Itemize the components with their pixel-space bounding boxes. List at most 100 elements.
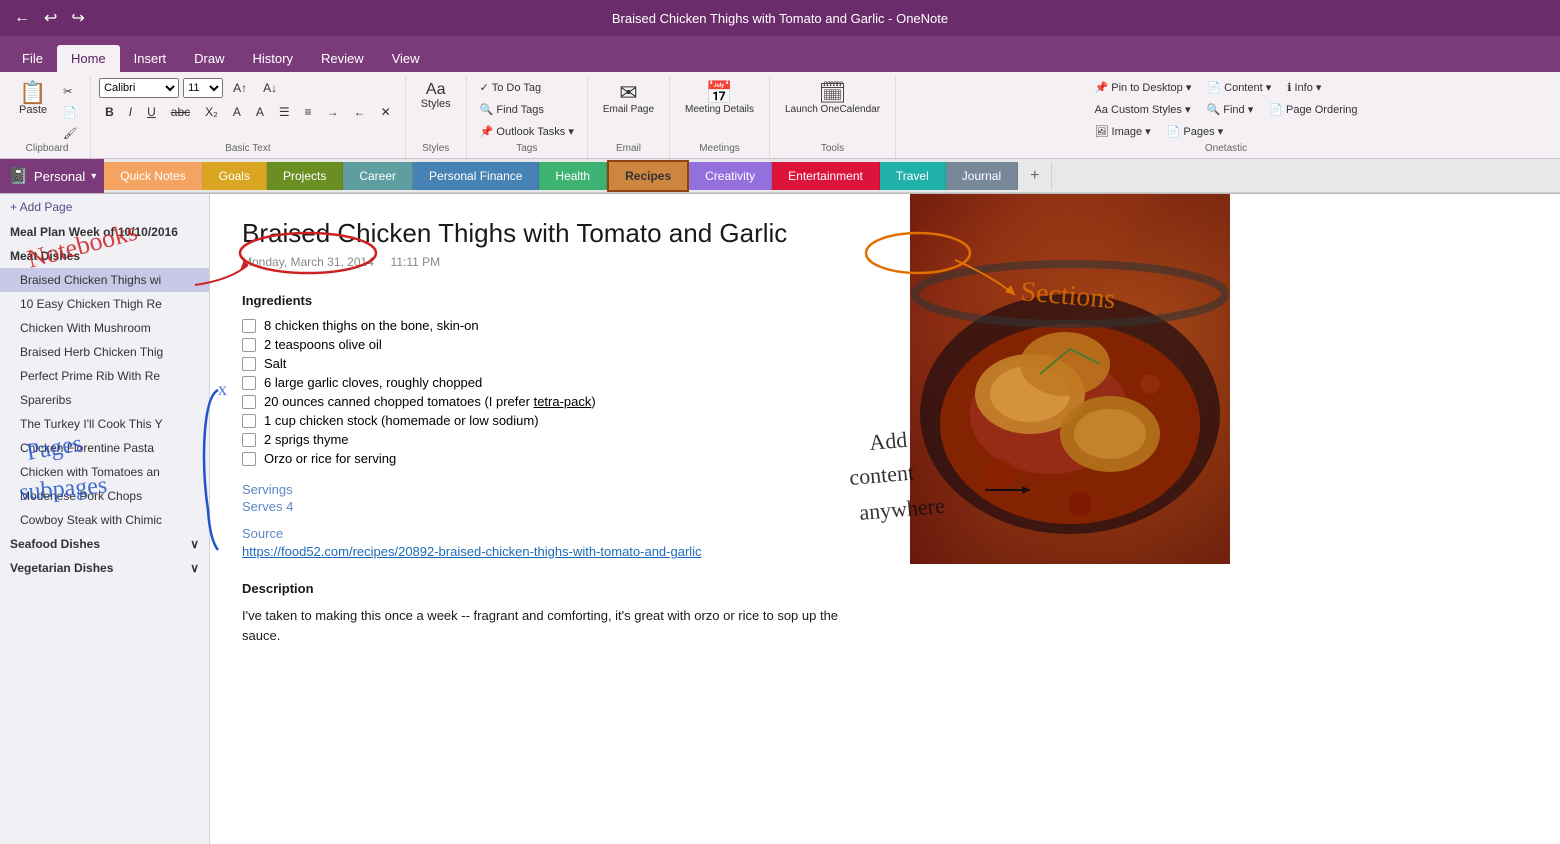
tab-travel[interactable]: Travel [880, 162, 946, 190]
cut-button[interactable]: ✂ [58, 82, 82, 101]
tab-home[interactable]: Home [57, 45, 120, 72]
copy-button[interactable]: 📄 [58, 103, 82, 122]
ingredient-checkbox-5[interactable] [242, 395, 256, 409]
group-seafood[interactable]: Seafood Dishes ∨ [0, 532, 209, 556]
find-tags-button[interactable]: 🔍 Find Tags [475, 100, 549, 119]
tab-health[interactable]: Health [539, 162, 607, 190]
page-easy-chicken-thigh[interactable]: 10 Easy Chicken Thigh Re [0, 292, 209, 316]
notebook-dropdown-icon[interactable]: ▾ [91, 171, 96, 182]
underline-button[interactable]: U [141, 102, 162, 122]
font-color-button[interactable]: A [227, 102, 247, 122]
tab-file[interactable]: File [8, 45, 57, 72]
tools-content: 🗓 Launch OneCalendar [778, 78, 887, 143]
page-turkey[interactable]: The Turkey I'll Cook This Y [0, 412, 209, 436]
highlight-button[interactable]: A [250, 102, 270, 122]
italic-button[interactable]: I [123, 102, 138, 122]
meetings-label: Meetings [699, 143, 740, 156]
pages-button[interactable]: 📄 Pages ▾ [1162, 122, 1229, 141]
ingredient-checkbox-3[interactable] [242, 357, 256, 371]
page-ordering-button[interactable]: 📄 Page Ordering [1264, 100, 1362, 119]
subscript-button[interactable]: X₂ [199, 102, 224, 122]
list-number-button[interactable]: ≡ [299, 102, 318, 122]
group-meal-plan[interactable]: Meal Plan Week of 10/10/2016 [0, 220, 209, 244]
note-title: Braised Chicken Thighs with Tomato and G… [242, 218, 878, 249]
ingredients-heading: Ingredients [242, 293, 878, 308]
grow-font-button[interactable]: A↑ [227, 78, 253, 98]
source-url-link[interactable]: https://food52.com/recipes/20892-braised… [242, 544, 702, 559]
onetastic-content: 📌 Pin to Desktop ▾ 📄 Content ▾ ℹ Info ▾ … [1090, 78, 1363, 143]
page-chicken-tomatoes[interactable]: Chicken with Tomatoes an [0, 460, 209, 484]
tab-entertainment[interactable]: Entertainment [772, 162, 880, 190]
pin-desktop-button[interactable]: 📌 Pin to Desktop ▾ [1090, 78, 1197, 97]
outlook-tasks-button[interactable]: 📌 Outlook Tasks ▾ [475, 122, 579, 141]
notebook-name[interactable]: Personal [34, 169, 85, 184]
ribbon-group-basic-text: Calibri 11 A↑ A↓ B I U abc X₂ A A ☰ ≡ → [91, 76, 406, 158]
font-family-select[interactable]: Calibri [99, 78, 179, 98]
ingredient-checkbox-2[interactable] [242, 338, 256, 352]
group-vegetarian[interactable]: Vegetarian Dishes ∨ [0, 556, 209, 580]
page-chicken-florentine[interactable]: Chicken Florentine Pasta [0, 436, 209, 460]
image-button[interactable]: 🖼 Image ▾ [1090, 122, 1156, 141]
styles-button[interactable]: Aa Styles [414, 78, 458, 114]
clear-format-button[interactable]: ✕ [375, 102, 397, 122]
meeting-details-button[interactable]: 📅 Meeting Details [678, 78, 761, 119]
todo-tag-button[interactable]: ✓ To Do Tag [475, 78, 546, 97]
servings-value: Serves 4 [242, 499, 878, 514]
ingredient-4: 6 large garlic cloves, roughly chopped [242, 375, 878, 390]
custom-styles-button[interactable]: Aa Custom Styles ▾ [1090, 100, 1196, 119]
redo-button[interactable]: ↪ [67, 8, 88, 28]
outdent-button[interactable]: ← [348, 102, 372, 122]
note-time: 11:11 PM [391, 255, 441, 269]
page-modenese-pork[interactable]: Modenese Pork Chops [0, 484, 209, 508]
shrink-font-button[interactable]: A↓ [257, 78, 283, 98]
page-braised-chicken-thighs[interactable]: Braised Chicken Thighs wi [0, 268, 209, 292]
tab-history[interactable]: History [239, 45, 307, 72]
tab-draw[interactable]: Draw [180, 45, 238, 72]
paste-button[interactable]: 📋 Paste [12, 78, 54, 120]
styles-icon: Aa [426, 82, 446, 98]
seafood-chevron-icon: ∨ [190, 537, 199, 551]
back-button[interactable]: ← [10, 9, 34, 27]
page-cowboy-steak[interactable]: Cowboy Steak with Chimic [0, 508, 209, 532]
tab-quick-notes[interactable]: Quick Notes [104, 162, 202, 190]
info-button[interactable]: ℹ Info ▾ [1282, 78, 1326, 97]
tab-goals[interactable]: Goals [203, 162, 267, 190]
tab-creativity[interactable]: Creativity [689, 162, 772, 190]
find-button[interactable]: 🔍 Find ▾ [1202, 100, 1259, 119]
ingredient-checkbox-6[interactable] [242, 414, 256, 428]
ingredient-checkbox-4[interactable] [242, 376, 256, 390]
ingredient-checkbox-7[interactable] [242, 433, 256, 447]
page-spareribs[interactable]: Spareribs [0, 388, 209, 412]
tab-view[interactable]: View [378, 45, 434, 72]
tab-review[interactable]: Review [307, 45, 378, 72]
page-chicken-mushroom[interactable]: Chicken With Mushroom [0, 316, 209, 340]
group-meat-dishes[interactable]: Meat Dishes [0, 244, 209, 268]
ingredient-checkbox-1[interactable] [242, 319, 256, 333]
tab-journal[interactable]: Journal [946, 162, 1018, 190]
font-size-select[interactable]: 11 [183, 78, 223, 98]
ingredient-checkbox-8[interactable] [242, 452, 256, 466]
tab-add-section[interactable]: + [1018, 162, 1052, 190]
tab-personal-finance[interactable]: Personal Finance [413, 162, 539, 190]
page-perfect-prime-rib[interactable]: Perfect Prime Rib With Re [0, 364, 209, 388]
tab-recipes[interactable]: Recipes [607, 160, 689, 192]
tab-insert[interactable]: Insert [120, 45, 181, 72]
title-bar: ← ↩ ↪ Braised Chicken Thighs with Tomato… [0, 0, 1560, 36]
email-page-button[interactable]: ✉ Email Page [596, 78, 661, 119]
launch-onecalendar-button[interactable]: 🗓 Launch OneCalendar [778, 78, 887, 119]
page-braised-herb-chicken[interactable]: Braised Herb Chicken Thig [0, 340, 209, 364]
food-image [910, 194, 1230, 564]
strikethrough-button[interactable]: abc [165, 102, 196, 122]
tab-career[interactable]: Career [343, 162, 413, 190]
tetra-pack-link[interactable]: tetra-pack [534, 394, 592, 409]
undo-button[interactable]: ↩ [40, 8, 61, 28]
format-painter-button[interactable]: 🖌 [58, 124, 82, 143]
add-page-button[interactable]: + Add Page [0, 194, 82, 220]
list-bullet-button[interactable]: ☰ [273, 102, 296, 122]
ingredients-list: 8 chicken thighs on the bone, skin-on 2 … [242, 318, 878, 466]
bold-button[interactable]: B [99, 102, 120, 122]
indent-button[interactable]: → [321, 102, 345, 122]
tab-projects[interactable]: Projects [267, 162, 343, 190]
content-button[interactable]: 📄 Content ▾ [1202, 78, 1276, 97]
description-heading: Description [242, 581, 878, 596]
